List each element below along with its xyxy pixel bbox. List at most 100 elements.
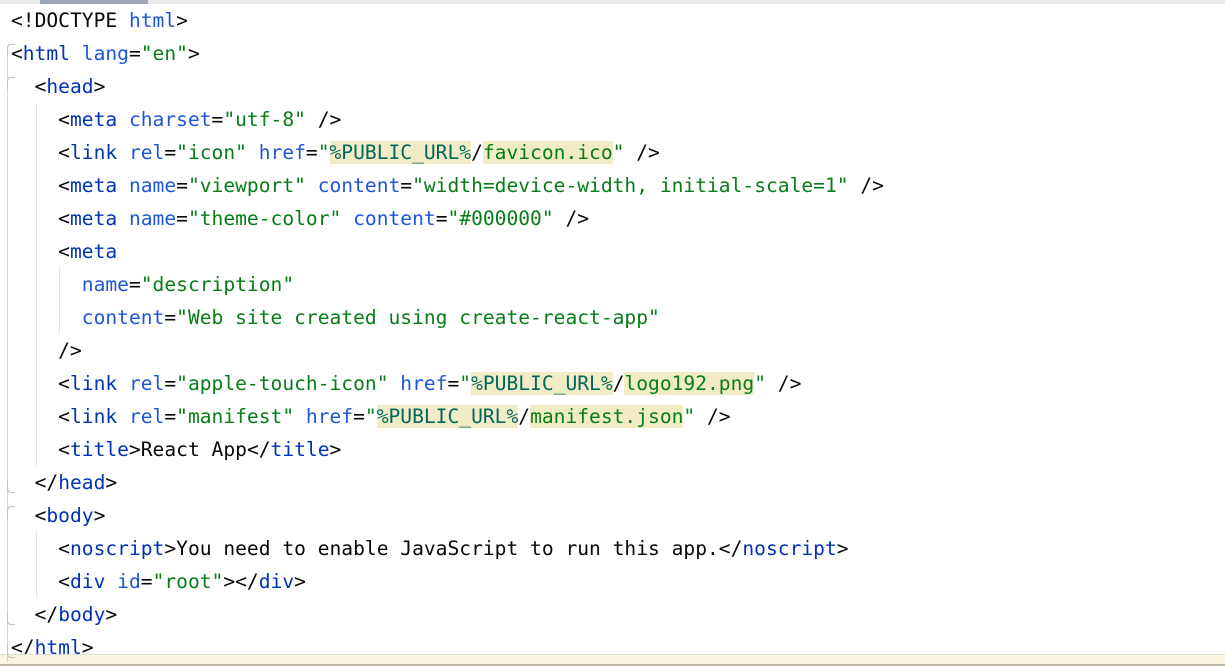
code-line[interactable]: <link rel="apple-touch-icon" href="%PUBL… (11, 367, 1225, 400)
code-token: / (518, 405, 530, 428)
code-line[interactable]: </body> (11, 598, 1225, 631)
code-token: " (613, 141, 625, 164)
code-token (306, 174, 318, 197)
code-token: %PUBLIC_URL% (377, 405, 519, 428)
code-token (341, 207, 353, 230)
code-token: React App (141, 438, 247, 461)
code-token: meta (70, 108, 117, 131)
code-line[interactable]: <div id="root"></div> (11, 565, 1225, 598)
code-line[interactable]: <meta name="viewport" content="width=dev… (11, 169, 1225, 202)
code-token: = (129, 42, 141, 65)
code-line[interactable]: <noscript>You need to enable JavaScript … (11, 532, 1225, 565)
code-token: > (105, 471, 117, 494)
code-token: noscript (70, 537, 164, 560)
code-line[interactable]: <title>React App</title> (11, 433, 1225, 466)
fold-marker-close-icon[interactable] (7, 612, 15, 625)
code-token: name (129, 174, 176, 197)
code-token: meta (70, 207, 117, 230)
code-token: ></ (223, 570, 258, 593)
code-token: "en" (141, 42, 188, 65)
code-token: /> (849, 174, 884, 197)
code-token (389, 372, 401, 395)
code-token: < (11, 504, 46, 527)
code-token: /> (554, 207, 589, 230)
code-line[interactable]: <!DOCTYPE html> (11, 4, 1225, 37)
code-token: "Web site created using create-react-app… (176, 306, 660, 329)
code-token: div (70, 570, 105, 593)
code-token: = (164, 306, 176, 329)
fold-marker-open-icon[interactable] (7, 44, 15, 57)
code-token: > (164, 537, 176, 560)
code-token: = (164, 405, 176, 428)
code-line[interactable]: <meta name="theme-color" content="#00000… (11, 202, 1225, 235)
fold-marker-open-icon[interactable] (7, 77, 15, 90)
code-token: noscript (742, 537, 836, 560)
code-token: "#000000" (447, 207, 553, 230)
code-token: = (176, 174, 188, 197)
code-line[interactable]: <meta (11, 235, 1225, 268)
horizontal-scrollbar-thumb[interactable] (40, 0, 148, 4)
code-token: "width=device-width, initial-scale=1" (412, 174, 848, 197)
code-token: content (353, 207, 436, 230)
code-token: body (46, 504, 93, 527)
code-token: = (436, 207, 448, 230)
code-token: "utf-8" (223, 108, 306, 131)
code-token: = (176, 207, 188, 230)
code-token: = (129, 273, 141, 296)
code-token: </ (11, 471, 58, 494)
code-line[interactable]: <body> (11, 499, 1225, 532)
code-content[interactable]: <!DOCTYPE html><html lang="en"> <head> <… (11, 4, 1225, 664)
code-token: < (11, 108, 70, 131)
code-line[interactable]: <meta charset="utf-8" /> (11, 103, 1225, 136)
code-token: meta (70, 174, 117, 197)
code-token: = (353, 405, 365, 428)
code-token: < (11, 141, 70, 164)
code-token: html (23, 42, 70, 65)
code-token: /> (11, 339, 82, 362)
code-token: < (11, 207, 70, 230)
fold-marker-close-icon[interactable] (7, 645, 15, 658)
code-token: " (318, 141, 330, 164)
code-token: " (683, 405, 695, 428)
code-token: id (117, 570, 141, 593)
code-token: > (129, 438, 141, 461)
code-token: / (613, 372, 625, 395)
code-token (11, 273, 82, 296)
editor-pane[interactable]: <!DOCTYPE html><html lang="en"> <head> <… (0, 0, 1225, 666)
code-token: html (129, 9, 176, 32)
code-token: div (259, 570, 294, 593)
code-token: < (11, 174, 70, 197)
code-line[interactable]: /> (11, 334, 1225, 367)
code-token: " (459, 372, 471, 395)
code-line[interactable]: <link rel="manifest" href="%PUBLIC_URL%/… (11, 400, 1225, 433)
horizontal-scrollbar-track[interactable] (0, 0, 1225, 4)
code-token: /> (695, 405, 730, 428)
code-token: "description" (141, 273, 294, 296)
code-token: = (400, 174, 412, 197)
code-line[interactable]: <link rel="icon" href="%PUBLIC_URL%/favi… (11, 136, 1225, 169)
code-line[interactable]: content="Web site created using create-r… (11, 301, 1225, 334)
code-token: %PUBLIC_URL% (471, 372, 613, 395)
code-line[interactable]: <html lang="en"> (11, 37, 1225, 70)
code-token: link (70, 141, 117, 164)
code-token: "apple-touch-icon" (176, 372, 388, 395)
code-token (70, 42, 82, 65)
code-token: href (259, 141, 306, 164)
code-token: manifest.json (530, 405, 683, 428)
code-token: = (212, 108, 224, 131)
fold-line (7, 46, 8, 662)
code-token: href (400, 372, 447, 395)
code-token: <!DOCTYPE (11, 9, 129, 32)
code-token: < (11, 405, 70, 428)
code-token (11, 306, 82, 329)
fold-marker-open-icon[interactable] (7, 506, 15, 519)
code-token: /> (766, 372, 801, 395)
code-token: lang (82, 42, 129, 65)
fold-marker-close-icon[interactable] (7, 480, 15, 493)
code-token: > (105, 603, 117, 626)
code-token: You need to enable JavaScript to run thi… (176, 537, 719, 560)
code-line[interactable]: </head> (11, 466, 1225, 499)
code-token: </ (11, 603, 58, 626)
code-line[interactable]: <head> (11, 70, 1225, 103)
code-line[interactable]: name="description" (11, 268, 1225, 301)
